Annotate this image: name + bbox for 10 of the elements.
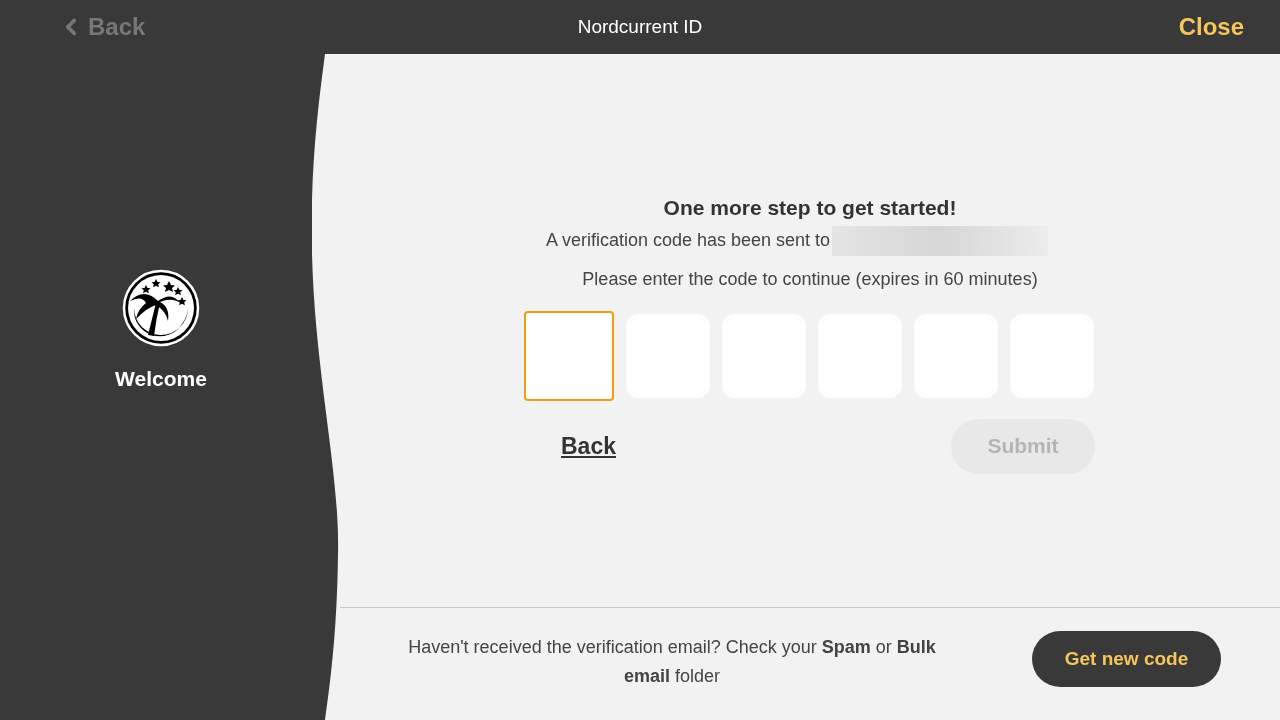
window-title: Nordcurrent ID bbox=[577, 15, 703, 37]
code-digit-field[interactable] bbox=[524, 310, 614, 401]
get-new-code-button[interactable]: Get new code bbox=[1032, 631, 1221, 687]
spam-folder-note: Haven't received the verification email? Check your Spam or Bulk email folder bbox=[407, 636, 937, 688]
close-button[interactable]: Close bbox=[1178, 9, 1244, 45]
heading: One more step to get started! bbox=[663, 195, 957, 221]
sent-to-text: A verification code has been sent to bbox=[545, 229, 831, 252]
welcome-label: Welcome bbox=[115, 366, 207, 393]
back-link[interactable]: Back bbox=[561, 428, 616, 464]
instruction-text: Please enter the code to continue (expires in 60 minutes) bbox=[582, 267, 1038, 291]
